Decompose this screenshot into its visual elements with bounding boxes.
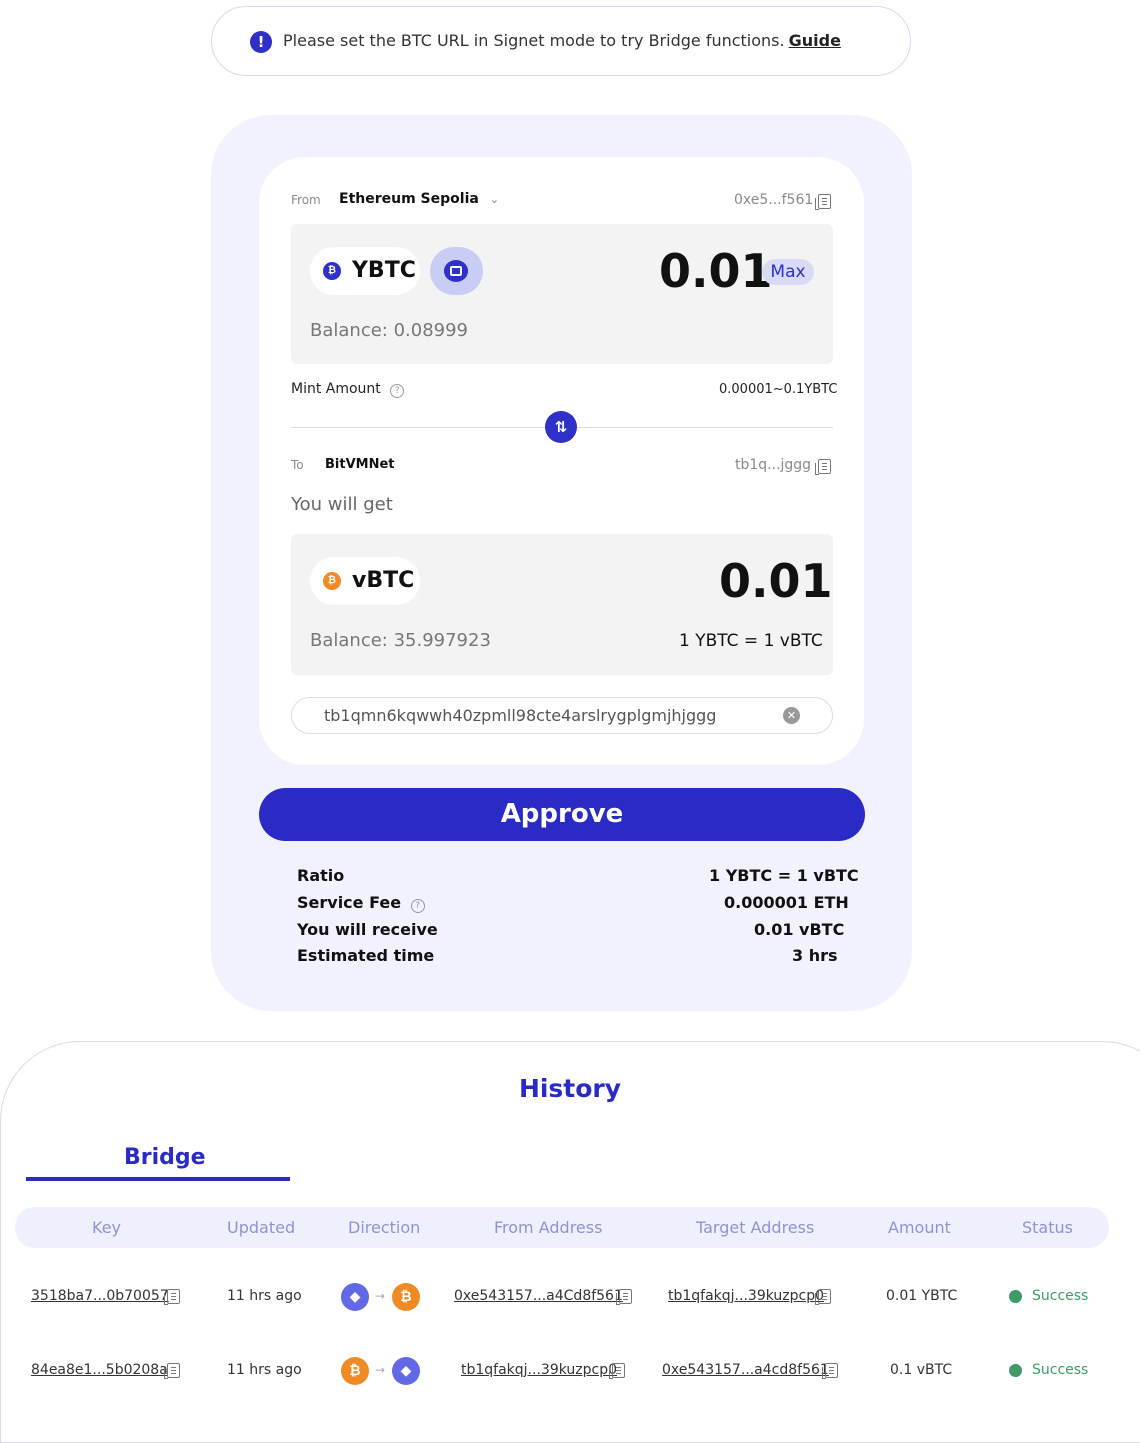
approve-button[interactable]: Approve bbox=[259, 788, 865, 841]
mint-range: 0.00001~0.1YBTC bbox=[719, 382, 838, 397]
bitcoin-icon: ₿ bbox=[392, 1283, 420, 1311]
ethereum-icon: ◆ bbox=[392, 1357, 420, 1385]
copy-icon[interactable] bbox=[815, 1289, 831, 1305]
guide-link[interactable]: Guide bbox=[789, 31, 841, 50]
max-button[interactable]: Max bbox=[762, 259, 814, 285]
status-dot-icon bbox=[1009, 1364, 1022, 1377]
from-address: 0xe5...f561 bbox=[734, 192, 814, 208]
exchange-rate: 1 YBTC = 1 vBTC bbox=[679, 631, 823, 651]
estimated-time-label: Estimated time bbox=[297, 946, 435, 965]
column-amount: Amount bbox=[888, 1218, 951, 1237]
receive-label: You will receive bbox=[297, 920, 438, 939]
to-amount: 0.01 bbox=[719, 554, 833, 608]
target-address-value: tb1qmn6kqwwh40zpmll98cte4arslrygplgmjhjg… bbox=[324, 706, 717, 725]
from-amount-input[interactable]: 0.01 bbox=[659, 244, 773, 298]
status-badge: Success bbox=[1032, 1362, 1089, 1378]
notice-text: Please set the BTC URL in Signet mode to… bbox=[283, 31, 841, 50]
status-dot-icon bbox=[1009, 1290, 1022, 1303]
mint-amount-label: Mint Amount ? bbox=[291, 381, 405, 398]
column-direction: Direction bbox=[348, 1218, 421, 1237]
to-balance: Balance: 35.997923 bbox=[310, 630, 491, 651]
receive-value: 0.01 vBTC bbox=[754, 920, 845, 939]
copy-icon[interactable] bbox=[164, 1363, 180, 1379]
copy-icon[interactable] bbox=[616, 1289, 632, 1305]
chevron-down-icon: ⌄ bbox=[489, 193, 499, 206]
to-token-selector[interactable]: ₿ vBTC bbox=[310, 557, 420, 605]
copy-icon[interactable] bbox=[815, 194, 831, 210]
copy-icon[interactable] bbox=[815, 459, 831, 475]
row-target-address[interactable]: 0xe543157...a4cd8f561 bbox=[662, 1362, 829, 1378]
tab-underline bbox=[26, 1177, 290, 1181]
row-amount: 0.1 vBTC bbox=[890, 1362, 953, 1378]
column-target-address: Target Address bbox=[696, 1218, 815, 1237]
ethereum-icon: ◆ bbox=[341, 1283, 369, 1311]
from-label: From bbox=[291, 193, 321, 207]
ybtc-coin-icon: ₿ bbox=[323, 262, 341, 280]
copy-icon[interactable] bbox=[822, 1363, 838, 1379]
alert-icon: ! bbox=[250, 31, 272, 53]
arrow-right-icon: → bbox=[375, 1289, 386, 1303]
service-fee-label: Service Fee ? bbox=[297, 893, 425, 913]
row-target-address[interactable]: tb1qfakqj...39kuzpcp0 bbox=[668, 1288, 824, 1304]
from-balance: Balance: 0.08999 bbox=[310, 320, 469, 341]
signet-notice-banner: ! Please set the BTC URL in Signet mode … bbox=[211, 6, 911, 76]
mint-amount-text: Mint Amount bbox=[291, 381, 381, 397]
clear-icon[interactable]: ✕ bbox=[783, 707, 800, 724]
from-network-name: Ethereum Sepolia bbox=[339, 191, 479, 207]
to-token-name: vBTC bbox=[352, 568, 415, 593]
row-updated: 11 hrs ago bbox=[227, 1362, 302, 1378]
ratio-value: 1 YBTC = 1 vBTC bbox=[709, 866, 859, 885]
copy-icon[interactable] bbox=[164, 1289, 180, 1305]
ratio-label: Ratio bbox=[297, 866, 345, 885]
wallet-icon bbox=[444, 260, 468, 282]
help-icon[interactable]: ? bbox=[390, 384, 405, 398]
column-status: Status bbox=[1022, 1218, 1073, 1237]
row-from-address[interactable]: tb1qfakqj...39kuzpcp0 bbox=[461, 1362, 617, 1378]
row-key[interactable]: 3518ba7...0b70057 bbox=[31, 1288, 169, 1304]
status-badge: Success bbox=[1032, 1288, 1089, 1304]
from-network-select[interactable]: Ethereum Sepolia ⌄ bbox=[339, 191, 499, 207]
row-key[interactable]: 84ea8e1...5b0208a bbox=[31, 1362, 168, 1378]
row-from-address[interactable]: 0xe543157...a4Cd8f561 bbox=[454, 1288, 623, 1304]
column-key: Key bbox=[92, 1218, 122, 1237]
swap-direction-icon[interactable]: ⇅ bbox=[545, 411, 577, 443]
to-label: To bbox=[291, 458, 304, 472]
row-updated: 11 hrs ago bbox=[227, 1288, 302, 1304]
to-network-name: BitVMNet bbox=[325, 457, 395, 472]
add-to-wallet-button[interactable] bbox=[430, 247, 483, 295]
from-token-name: YBTC bbox=[352, 258, 416, 283]
row-amount: 0.01 YBTC bbox=[886, 1288, 958, 1304]
you-will-get-label: You will get bbox=[291, 494, 393, 515]
column-from-address: From Address bbox=[494, 1218, 603, 1237]
from-token-selector[interactable]: ₿ YBTC bbox=[310, 247, 420, 295]
help-icon[interactable]: ? bbox=[410, 899, 425, 913]
history-title: History bbox=[518, 1074, 622, 1103]
column-updated: Updated bbox=[227, 1218, 296, 1237]
tab-bridge[interactable]: Bridge bbox=[124, 1145, 206, 1170]
copy-icon[interactable] bbox=[609, 1363, 625, 1379]
arrow-right-icon: → bbox=[375, 1363, 386, 1377]
vbtc-coin-icon: ₿ bbox=[323, 572, 341, 590]
notice-message: Please set the BTC URL in Signet mode to… bbox=[283, 31, 785, 50]
estimated-time-value: 3 hrs bbox=[792, 946, 838, 965]
service-fee-value: 0.000001 ETH bbox=[724, 893, 849, 912]
to-address: tb1q...jggg bbox=[735, 457, 812, 473]
bitcoin-icon: ₿ bbox=[341, 1357, 369, 1385]
service-fee-text: Service Fee bbox=[297, 893, 402, 912]
